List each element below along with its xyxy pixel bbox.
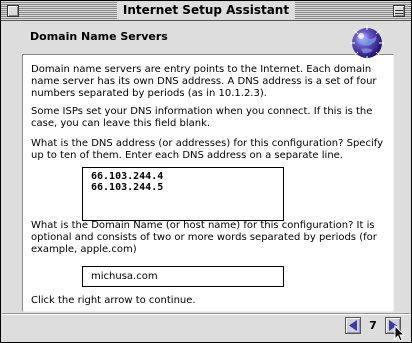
setup-assistant-window: Internet Setup Assistant Domain Name Ser… [0,0,412,343]
domain-name-field[interactable]: michusa.com [82,266,284,287]
content-panel: Domain name servers are entry points to … [22,54,394,312]
page-number: 7 [362,317,384,334]
mouse-pointer-icon [394,325,406,342]
continue-instruction: Click the right arrow to continue. [31,295,196,306]
close-box[interactable] [7,5,19,17]
domain-question-text: What is the Domain Name (or host name) f… [31,220,377,255]
dns-address-line: 66.103.244.5 [91,182,164,193]
title-bar[interactable]: Internet Setup Assistant [1,1,411,21]
footer-divider [2,313,410,315]
collapse-box[interactable] [393,5,405,17]
dns-question-text: What is the DNS address (or addresses) f… [31,138,383,161]
page-heading: Domain Name Servers [30,30,168,43]
isp-note-text: Some ISPs set your DNS information when … [31,106,373,129]
dns-address-field[interactable]: 66.103.244.4 66.103.244.5 [82,167,284,221]
dns-address-line: 66.103.244.4 [91,171,164,182]
globe-logo-icon [350,25,384,61]
dns-intro-text: Domain name servers are entry points to … [31,64,377,99]
left-arrow-icon [349,320,357,331]
back-arrow-button[interactable] [345,317,361,334]
window-title: Internet Setup Assistant [116,2,296,19]
